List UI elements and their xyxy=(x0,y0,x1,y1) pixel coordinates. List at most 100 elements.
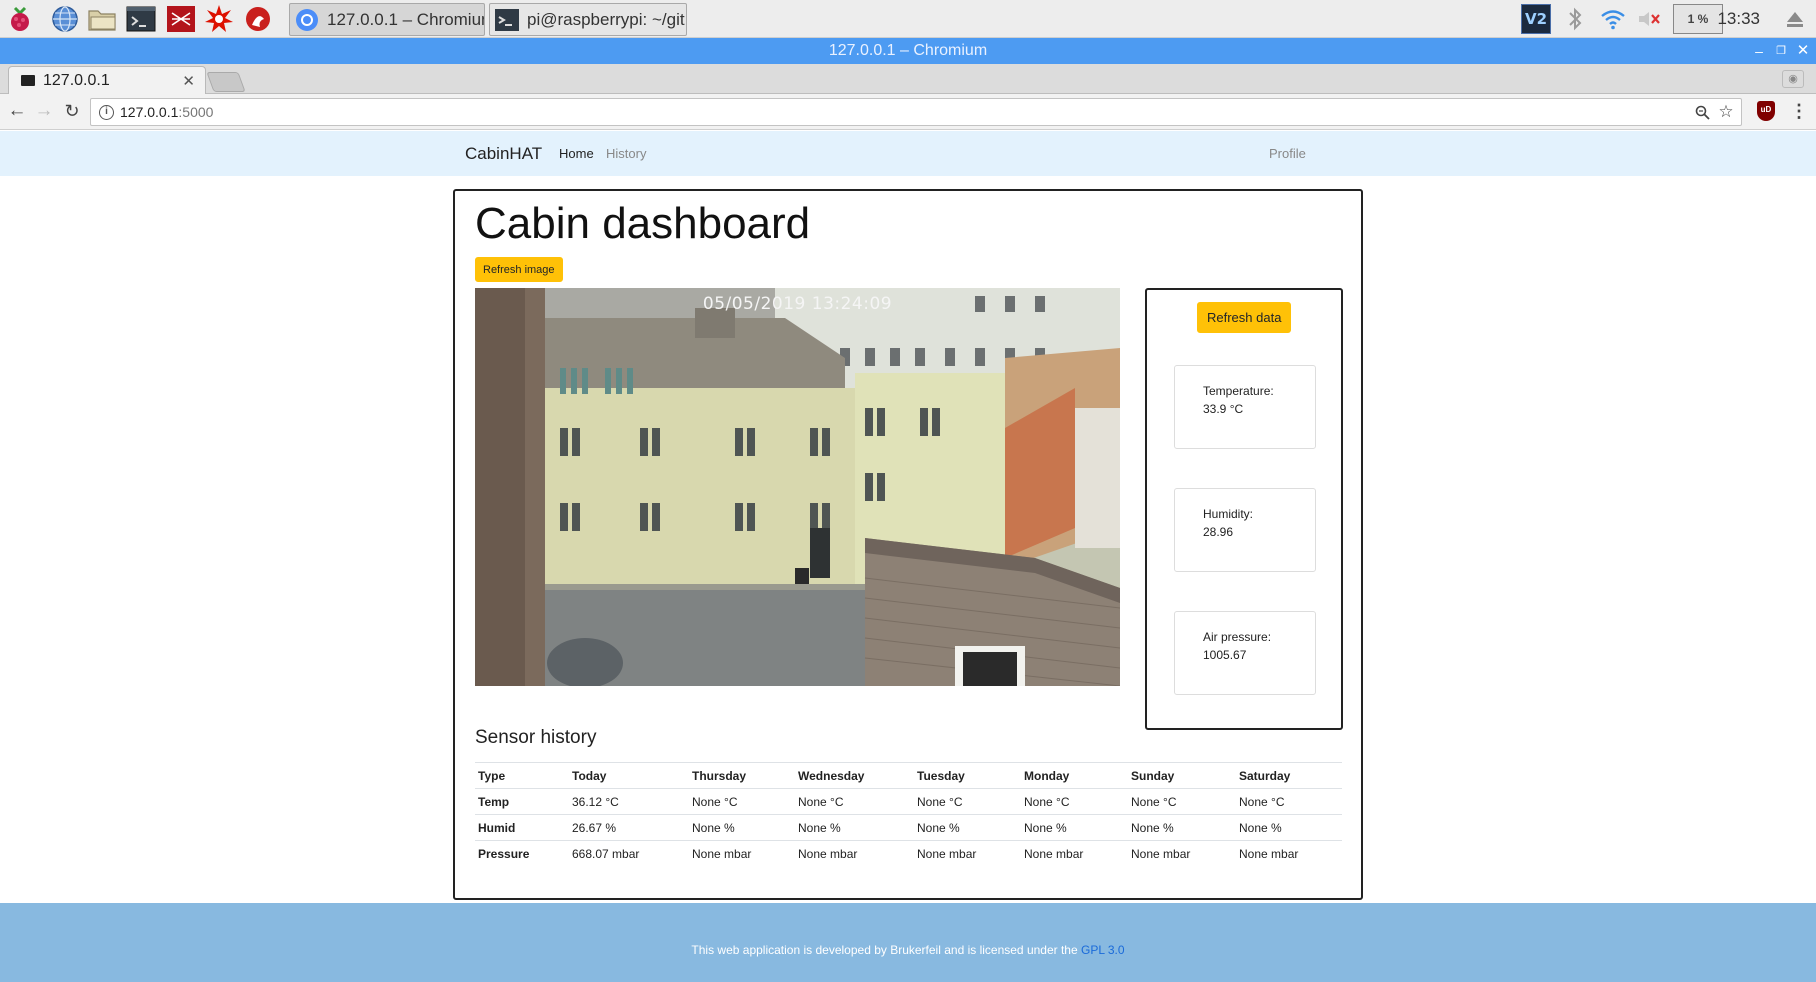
tab-close-icon[interactable]: ✕ xyxy=(182,72,195,90)
table-cell: None mbar xyxy=(1236,840,1342,867)
column-header: Sunday xyxy=(1128,762,1236,789)
tab-favicon-icon xyxy=(21,75,35,86)
url-host: 127.0.0.1 xyxy=(120,104,179,120)
bookmark-star-icon[interactable]: ☆ xyxy=(1715,99,1737,125)
browser-tab-strip: 127.0.0.1 ✕ ◉ xyxy=(0,64,1816,94)
sensor-history-table: Type Today Thursday Wednesday Tuesday Mo… xyxy=(475,762,1342,867)
table-cell: None % xyxy=(1236,814,1342,841)
table-cell: 26.67 % xyxy=(569,814,689,841)
sensor-card-air-pressure: Air pressure: 1005.67 xyxy=(1174,611,1316,695)
camera-image: 05/05/2019 13:24:09 xyxy=(475,288,1120,686)
back-arrow-icon[interactable]: ← xyxy=(6,100,28,122)
clock[interactable]: 13:33 xyxy=(1717,9,1760,29)
footer-text: This web application is developed by Bru… xyxy=(691,943,1081,957)
wifi-icon[interactable] xyxy=(1598,4,1628,34)
table-cell: None % xyxy=(795,814,914,841)
volume-muted-icon[interactable] xyxy=(1634,4,1664,34)
web-browser-icon[interactable] xyxy=(50,4,80,34)
page-viewport: CabinHAT Home History Profile Cabin dash… xyxy=(0,131,1816,982)
table-cell: 36.12 °C xyxy=(569,788,689,815)
table-header-row: Type Today Thursday Wednesday Tuesday Mo… xyxy=(475,762,1342,789)
cpu-usage-value: 1 % xyxy=(1687,12,1709,26)
column-header: Tuesday xyxy=(914,762,1021,789)
nav-link-home[interactable]: Home xyxy=(559,146,594,161)
page-footer: This web application is developed by Bru… xyxy=(0,903,1816,982)
table-cell: None °C xyxy=(795,788,914,815)
nav-link-profile[interactable]: Profile xyxy=(1269,146,1306,161)
new-tab-button[interactable] xyxy=(206,72,246,92)
window-titlebar[interactable]: 127.0.0.1 – Chromium – ❐ ✕ xyxy=(0,38,1816,64)
close-window-button[interactable]: ✕ xyxy=(1792,38,1814,64)
camera-timestamp: 05/05/2019 13:24:09 xyxy=(702,294,893,314)
cpu-usage-monitor[interactable]: 1 % xyxy=(1673,4,1723,34)
sensor-card-humidity: Humidity: 28.96 xyxy=(1174,488,1316,572)
camera-scene-illustration xyxy=(475,288,1120,686)
chromium-icon xyxy=(293,6,321,34)
reload-icon[interactable]: ↻ xyxy=(61,100,83,122)
taskbar-task-label: 127.0.0.1 – Chromium xyxy=(327,9,485,29)
terminal-icon[interactable] xyxy=(126,4,156,34)
taskbar-task-label: pi@raspberrypi: ~/git... xyxy=(527,9,687,29)
column-header: Type xyxy=(475,762,569,789)
table-cell: None °C xyxy=(914,788,1021,815)
table-cell: None °C xyxy=(1128,788,1236,815)
maximize-button[interactable]: ❐ xyxy=(1770,38,1792,64)
browser-profile-icon[interactable]: ◉ xyxy=(1782,70,1804,88)
table-cell: None °C xyxy=(1236,788,1342,815)
refresh-image-button[interactable]: Refresh image xyxy=(475,257,563,282)
row-header: Pressure xyxy=(475,840,569,867)
table-cell: None % xyxy=(914,814,1021,841)
table-cell: None % xyxy=(1128,814,1236,841)
table-cell: None °C xyxy=(1021,788,1128,815)
table-cell: None % xyxy=(1021,814,1128,841)
footer-license-link[interactable]: GPL 3.0 xyxy=(1081,943,1125,957)
table-cell: None mbar xyxy=(795,840,914,867)
zoom-icon[interactable] xyxy=(1691,99,1713,125)
eject-icon[interactable] xyxy=(1780,4,1810,34)
sensor-label: Air pressure: xyxy=(1203,630,1272,644)
site-info-icon[interactable]: i xyxy=(99,104,114,120)
browser-tab[interactable]: 127.0.0.1 ✕ xyxy=(8,66,206,94)
vnc-icon[interactable]: V2 xyxy=(1521,4,1551,34)
table-cell: None mbar xyxy=(1128,840,1236,867)
navbar-brand[interactable]: CabinHAT xyxy=(465,144,542,164)
sensor-panel: Refresh data Temperature: 33.9 °C Humidi… xyxy=(1145,288,1343,730)
taskbar-chromium-window[interactable]: 127.0.0.1 – Chromium xyxy=(289,3,485,36)
scratch-icon[interactable] xyxy=(243,4,273,34)
terminal-icon xyxy=(493,6,521,34)
tab-title: 127.0.0.1 xyxy=(43,71,110,89)
table-row: Temp 36.12 °C None °C None °C None °C No… xyxy=(475,788,1342,815)
nav-link-history[interactable]: History xyxy=(606,146,646,161)
address-bar[interactable]: i 127.0.0.1:5000 ☆ xyxy=(90,98,1742,126)
sensor-label: Temperature: xyxy=(1203,384,1274,398)
column-header: Today xyxy=(569,762,689,789)
bluetooth-icon[interactable] xyxy=(1560,4,1590,34)
table-row: Pressure 668.07 mbar None mbar None mbar… xyxy=(475,840,1342,867)
file-manager-icon[interactable] xyxy=(87,4,117,34)
dashboard-container: Cabin dashboard Refresh image 05/05/2019… xyxy=(453,189,1363,900)
forward-arrow-icon[interactable]: → xyxy=(33,100,55,122)
raspberry-menu-icon[interactable] xyxy=(5,4,35,34)
window-title: 127.0.0.1 – Chromium xyxy=(828,42,988,59)
wolfram-icon[interactable] xyxy=(204,4,234,34)
taskbar-terminal-window[interactable]: pi@raspberrypi: ~/git... xyxy=(489,3,687,36)
browser-toolbar: ← → ↻ i 127.0.0.1:5000 ☆ uD ⋮ xyxy=(0,94,1816,130)
sensor-card-temperature: Temperature: 33.9 °C xyxy=(1174,365,1316,449)
ublock-extension-icon[interactable]: uD xyxy=(1757,101,1775,121)
os-taskbar: 127.0.0.1 – Chromium pi@raspberrypi: ~/g… xyxy=(0,0,1816,38)
column-header: Wednesday xyxy=(795,762,914,789)
browser-menu-icon[interactable]: ⋮ xyxy=(1790,100,1808,122)
table-cell: None mbar xyxy=(914,840,1021,867)
sensor-value: 1005.67 xyxy=(1203,648,1247,662)
refresh-data-button[interactable]: Refresh data xyxy=(1197,302,1292,333)
site-navbar: CabinHAT Home History Profile xyxy=(0,131,1816,176)
section-title-sensor-history: Sensor history xyxy=(475,727,597,748)
table-cell: None % xyxy=(689,814,795,841)
minimize-button[interactable]: – xyxy=(1748,38,1770,64)
table-cell: 668.07 mbar xyxy=(569,840,689,867)
table-row: Humid 26.67 % None % None % None % None … xyxy=(475,814,1342,841)
table-cell: None mbar xyxy=(1021,840,1128,867)
mathematica-icon[interactable] xyxy=(166,4,196,34)
url-port: :5000 xyxy=(178,104,214,120)
row-header: Temp xyxy=(475,788,569,815)
